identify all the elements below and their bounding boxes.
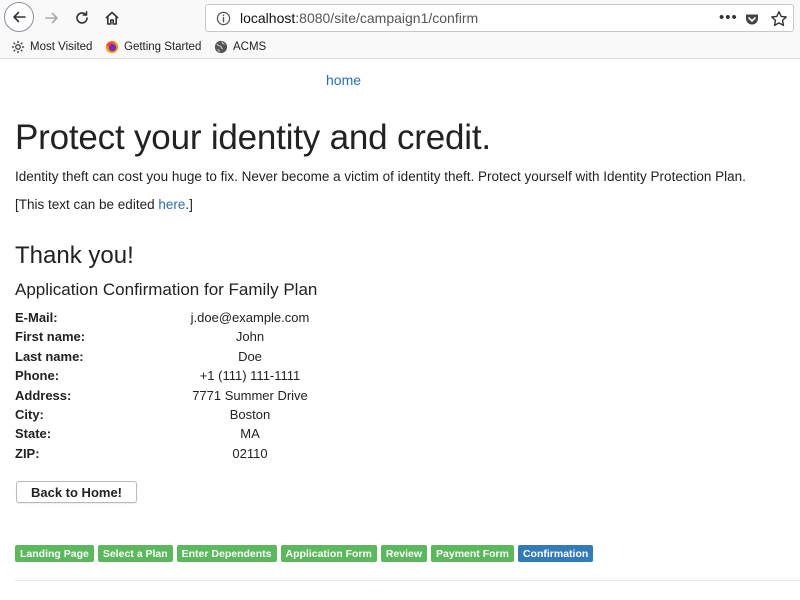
url-host: localhost <box>240 10 296 26</box>
step-payment-form[interactable]: Payment Form <box>431 545 514 562</box>
detail-label: Address: <box>15 387 72 403</box>
detail-value: +1 (111) 111-1111 <box>199 368 301 384</box>
page-actions-more-icon[interactable]: ••• <box>719 10 738 25</box>
address-bar[interactable]: localhost:8080/site/campaign1/confirm ••… <box>205 4 794 32</box>
bookmark-most-visited[interactable]: Most Visited <box>11 39 92 55</box>
back-to-home-button[interactable]: Back to Home! <box>16 481 137 503</box>
step-confirmation[interactable]: Confirmation <box>517 545 594 562</box>
reload-button[interactable] <box>68 4 96 32</box>
detail-row-email: E-Mail: j.doe@example.com <box>15 308 315 327</box>
detail-value: Doe <box>238 348 262 364</box>
detail-row-first-name: First name: John <box>15 327 315 346</box>
home-toolbar-button[interactable] <box>98 4 126 32</box>
detail-label: E-Mail: <box>15 310 58 325</box>
globe-icon <box>214 40 228 54</box>
bookmark-label: ACMS <box>233 41 267 53</box>
forward-button[interactable] <box>38 4 66 32</box>
detail-label: State: <box>15 426 52 442</box>
detail-value: 7771 Summer Drive <box>192 387 308 403</box>
detail-value: MA <box>240 426 260 442</box>
step-application-form[interactable]: Application Form <box>280 545 377 562</box>
detail-label: Last name: <box>15 348 84 364</box>
confirmation-details: E-Mail: j.doe@example.com First name: John… <box>15 308 315 463</box>
bookmark-acms[interactable]: ACMS <box>214 39 266 55</box>
reload-icon <box>76 11 88 24</box>
thank-you-heading: Thank you! <box>15 242 134 269</box>
bookmarks-toolbar: Most Visited Getting Started ACMS <box>0 35 800 59</box>
detail-row-last-name: Last name: Doe <box>15 347 315 366</box>
confirmation-subheading: Application Confirmation for Family Plan <box>15 280 318 299</box>
pocket-icon[interactable] <box>744 11 760 27</box>
back-button[interactable] <box>4 2 34 32</box>
edit-here-link[interactable]: here <box>158 197 185 212</box>
home-icon <box>105 11 119 25</box>
detail-value: Boston <box>229 406 271 422</box>
bookmark-label: Getting Started <box>124 41 202 53</box>
detail-value: j.doe@example.com <box>190 310 310 325</box>
url-text[interactable]: localhost:8080/site/campaign1/confirm <box>240 10 478 26</box>
step-select-plan[interactable]: Select a Plan <box>97 545 173 562</box>
firefox-icon <box>105 40 119 54</box>
step-review[interactable]: Review <box>380 545 428 562</box>
detail-label: Phone: <box>15 368 60 384</box>
intro-text: Identity theft can cost you huge to fix.… <box>15 169 746 184</box>
detail-row-city: City: Boston <box>15 405 315 424</box>
detail-row-state: State: MA <box>15 424 315 443</box>
progress-steps: Landing Page Select a Plan Enter Depende… <box>15 545 594 562</box>
back-arrow-icon <box>13 11 26 23</box>
editable-suffix: .] <box>185 197 193 212</box>
detail-label: First name: <box>15 329 86 345</box>
info-icon[interactable] <box>216 11 231 26</box>
page-content: home Protect your identity and credit. I… <box>0 60 800 600</box>
footer-divider <box>15 580 800 581</box>
detail-value: John <box>235 329 265 345</box>
detail-label: City: <box>15 406 44 422</box>
bookmark-getting-started[interactable]: Getting Started <box>105 39 201 55</box>
step-landing-page[interactable]: Landing Page <box>15 545 94 562</box>
step-enter-dependents[interactable]: Enter Dependents <box>176 545 277 562</box>
bookmark-star-icon[interactable] <box>770 10 788 28</box>
url-path: :8080/site/campaign1/confirm <box>295 10 479 26</box>
bookmark-label: Most Visited <box>30 41 93 53</box>
editable-prefix: [This text can be edited <box>15 197 159 212</box>
editable-note: [This text can be edited here.] <box>15 197 193 212</box>
detail-row-address: Address: 7771 Summer Drive <box>15 386 315 405</box>
detail-row-zip: ZIP: 02110 <box>15 444 315 463</box>
home-link[interactable]: home <box>326 72 361 88</box>
gear-icon <box>11 40 25 54</box>
detail-value: 02110 <box>232 445 268 461</box>
detail-label: ZIP: <box>15 445 40 461</box>
detail-row-phone: Phone: +1 (111) 111-1111 <box>15 366 315 385</box>
browser-toolbar: localhost:8080/site/campaign1/confirm ••… <box>0 0 800 35</box>
page-headline: Protect your identity and credit. <box>15 118 491 157</box>
forward-arrow-icon <box>45 12 58 24</box>
